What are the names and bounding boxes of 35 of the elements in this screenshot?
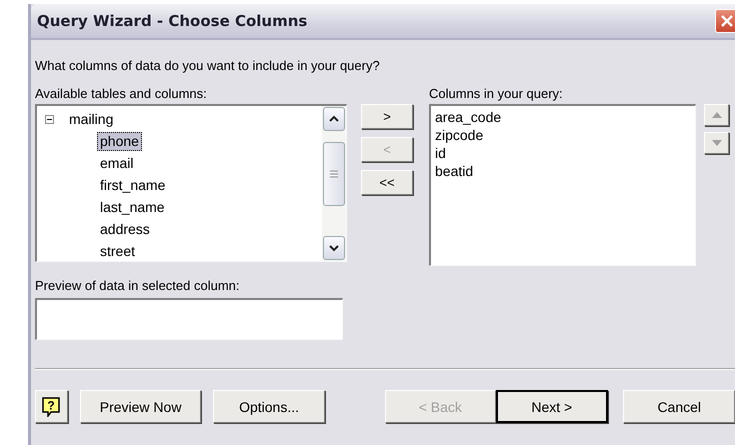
tree-item[interactable]: phone	[97, 132, 142, 150]
dialog-button[interactable]: Preview Now	[80, 390, 202, 423]
help-icon: ?	[42, 396, 60, 416]
available-label: Available tables and columns:	[35, 86, 208, 103]
tree-item[interactable]: email	[97, 154, 136, 172]
triangle-up-icon	[712, 112, 722, 118]
list-item[interactable]: area_code	[435, 108, 691, 126]
scrollbar[interactable]	[322, 106, 346, 261]
question-text: What columns of data do you want to include in your query?	[35, 58, 381, 75]
close-button[interactable]	[715, 9, 735, 33]
chevron-down-icon	[329, 244, 339, 252]
collapse-icon[interactable]	[45, 115, 54, 124]
scroll-thumb[interactable]	[323, 142, 345, 206]
chevron-up-icon	[329, 115, 339, 123]
scroll-down-button[interactable]	[323, 236, 345, 260]
list-item[interactable]: beatid	[435, 162, 691, 180]
tree-item[interactable]: first_name	[97, 176, 168, 194]
list-item[interactable]: zipcode	[435, 126, 691, 144]
tree-item[interactable]: address	[97, 220, 153, 238]
tree-item[interactable]: mailing	[66, 110, 116, 129]
dialog-button[interactable]: Cancel	[623, 390, 735, 423]
dialog-button[interactable]: Next >	[496, 390, 608, 423]
query-columns-label: Columns in your query:	[429, 86, 564, 103]
triangle-down-icon	[712, 140, 722, 146]
tree-item[interactable]: street	[97, 242, 138, 260]
window-title: Query Wizard - Choose Columns	[37, 12, 308, 30]
dialog-button[interactable]: Options...	[213, 390, 325, 423]
tree-item[interactable]: last_name	[97, 198, 168, 216]
list-item[interactable]: id	[435, 144, 691, 162]
preview-label: Preview of data in selected column:	[35, 278, 240, 295]
move-button[interactable]: >	[361, 104, 413, 129]
move-button[interactable]: <<	[361, 170, 413, 195]
help-button[interactable]: ?	[35, 390, 68, 423]
close-icon	[720, 14, 734, 28]
scroll-up-button[interactable]	[323, 107, 345, 131]
